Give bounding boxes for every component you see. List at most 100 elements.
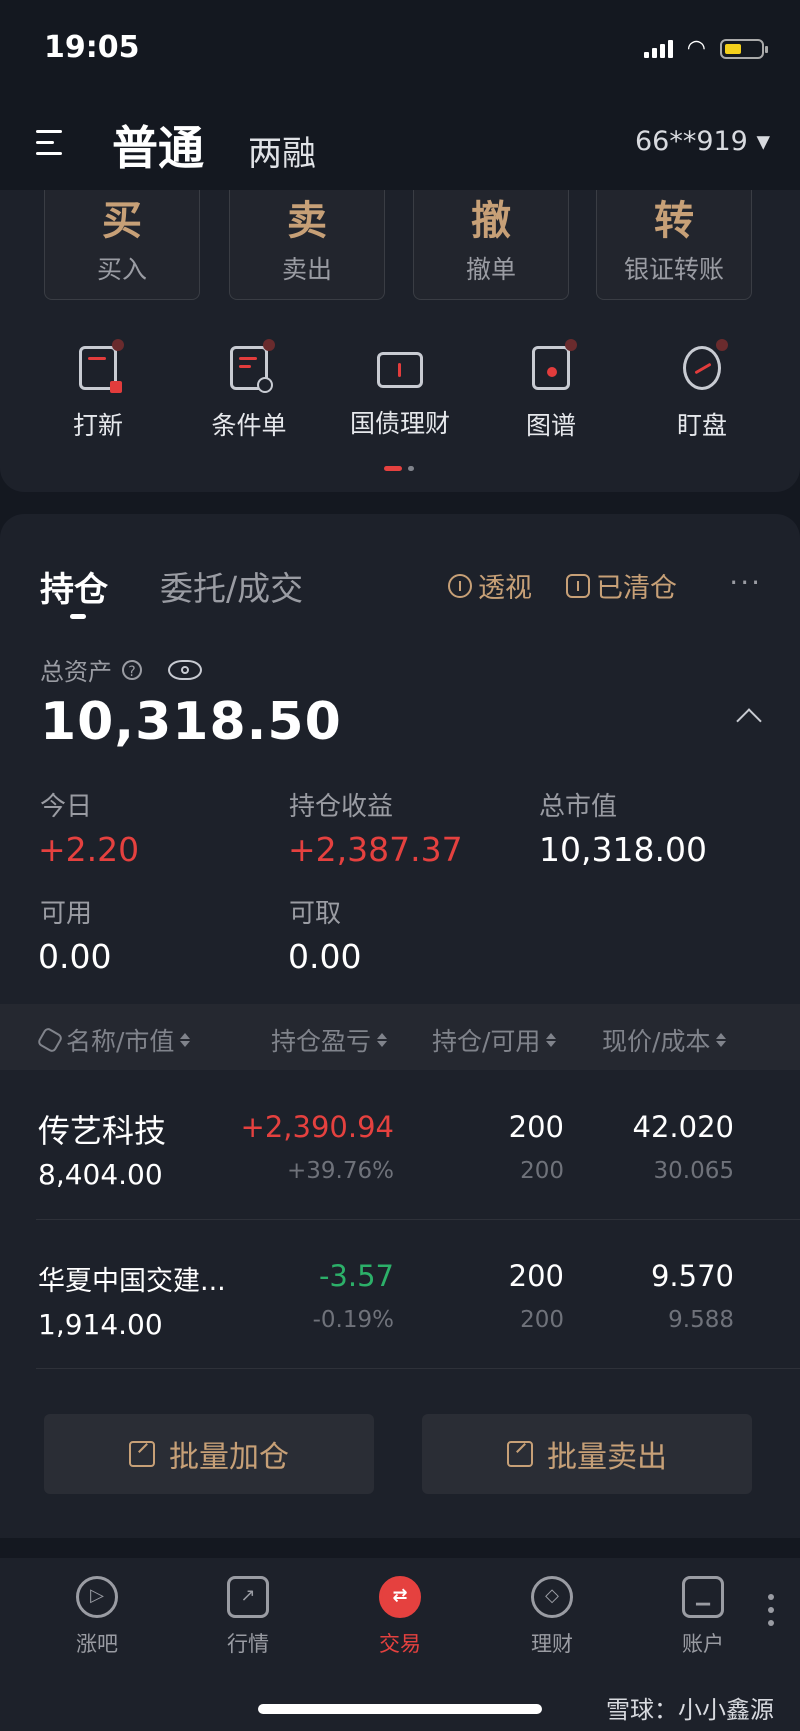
tool-ipo[interactable]: 打新 [23, 339, 173, 442]
play-circle-icon: ▷ [76, 1576, 118, 1618]
tab-holdings[interactable]: 持仓 [40, 562, 108, 611]
holding-pnl-label: 持仓收益 [289, 792, 394, 822]
bank-transfer-button[interactable]: 转 银证转账 [596, 190, 752, 300]
tool-conditional-order[interactable]: 条件单 [174, 339, 324, 442]
stock-available: 200 [520, 1158, 564, 1184]
cancel-label: 撤单 [465, 255, 516, 284]
tab-orders[interactable]: 委托/成交 [160, 562, 303, 610]
tool-conditional-order-label: 条件单 [211, 411, 287, 440]
tab-holdings-indicator [70, 614, 86, 619]
total-assets-label: 总资产 [40, 658, 112, 686]
nav-market-label: 行情 [227, 1632, 269, 1656]
column-price-label: 现价/成本 [602, 1027, 711, 1056]
row-divider [36, 1368, 800, 1369]
tab-normal-account[interactable]: 普通 [112, 112, 204, 178]
batch-add-icon [129, 1441, 155, 1467]
sort-icon [180, 1033, 191, 1047]
column-pnl[interactable]: 持仓盈亏 [271, 1022, 388, 1058]
battery-icon [720, 38, 768, 59]
stock-market-value: 8,404.00 [38, 1158, 163, 1191]
nav-account[interactable]: ▁ 账户 [633, 1576, 773, 1658]
account-selector[interactable]: 66**919 ▾ [635, 126, 770, 157]
page-indicator [384, 466, 414, 471]
transfer-label: 银证转账 [623, 255, 724, 284]
watch-market-icon [683, 339, 728, 390]
sort-icon [716, 1033, 727, 1047]
stock-name[interactable]: 传艺科技 [38, 1106, 166, 1152]
today-label: 今日 [40, 792, 93, 822]
column-price[interactable]: 现价/成本 [602, 1022, 727, 1058]
market-value-value: 10,318.00 [539, 830, 707, 869]
menu-icon[interactable] [36, 130, 62, 163]
sell-glyph: 卖 [287, 198, 327, 244]
tool-graph-label: 图谱 [525, 411, 576, 440]
settings-hexagon-icon[interactable] [36, 1026, 64, 1054]
tool-watch-market-label: 盯盘 [676, 411, 727, 440]
watermark: 雪球：小小鑫源 [606, 1696, 774, 1724]
nav-trade[interactable]: ⇄ 交易 [330, 1576, 470, 1658]
eye-icon[interactable] [168, 659, 202, 680]
column-qty[interactable]: 持仓/可用 [432, 1022, 557, 1058]
cleared-label: 已清仓 [596, 573, 677, 604]
buy-label: 买入 [96, 255, 147, 284]
nav-market[interactable]: ↗ 行情 [178, 1576, 318, 1658]
more-vertical-icon[interactable] [768, 1594, 774, 1626]
wifi-icon: ◠ [686, 36, 706, 61]
batch-add-button[interactable]: 批量加仓 [44, 1414, 374, 1494]
batch-sell-label: 批量卖出 [547, 1440, 667, 1475]
cellular-signal-icon [643, 39, 673, 58]
buy-button[interactable]: 买 买入 [44, 190, 200, 300]
perspective-icon [448, 573, 472, 598]
diamond-icon: ◇ [531, 1576, 573, 1618]
nav-wealth-label: 理财 [531, 1632, 573, 1656]
ipo-ticket-icon [79, 339, 124, 393]
sell-button[interactable]: 卖 卖出 [229, 190, 385, 300]
stock-pnl: +2,390.94 [240, 1110, 394, 1144]
tool-graph[interactable]: 图谱 [476, 339, 626, 442]
column-name-mv-label: 名称/市值 [66, 1027, 175, 1056]
stock-cost: 30.065 [653, 1158, 734, 1184]
column-qty-label: 持仓/可用 [432, 1027, 541, 1056]
withdrawable-value: 0.00 [288, 937, 362, 976]
more-options-icon[interactable]: ··· [729, 566, 762, 599]
tool-treasury-bond[interactable]: 国债理财 [325, 346, 475, 440]
total-assets-header: 总资产 ? [40, 652, 202, 687]
tool-watch-market[interactable]: 盯盘 [627, 339, 777, 442]
home-indicator[interactable] [258, 1704, 542, 1714]
transfer-glyph: 转 [654, 198, 694, 244]
nav-trade-label: 交易 [379, 1632, 421, 1656]
nav-zhangba-label: 涨吧 [76, 1632, 118, 1656]
cancel-order-button[interactable]: 撤 撤单 [413, 190, 569, 300]
perspective-label: 透视 [478, 573, 532, 604]
stock-price: 9.570 [650, 1259, 734, 1293]
tab-margin-account[interactable]: 两融 [248, 126, 316, 175]
today-value: +2.20 [38, 830, 140, 869]
nav-account-label: 账户 [682, 1632, 724, 1656]
cleared-icon [566, 573, 590, 598]
perspective-button[interactable]: 透视 [448, 566, 532, 605]
stock-qty: 200 [508, 1259, 564, 1293]
help-icon[interactable]: ? [122, 659, 142, 680]
nav-zhangba[interactable]: ▷ 涨吧 [27, 1576, 167, 1658]
column-name-mv[interactable]: 名称/市值 [36, 1022, 191, 1058]
market-value-label: 总市值 [539, 792, 618, 822]
sort-icon [377, 1033, 388, 1047]
batch-add-label: 批量加仓 [169, 1440, 289, 1475]
stock-pnl-pct: +39.76% [287, 1158, 394, 1184]
batch-sell-button[interactable]: 批量卖出 [422, 1414, 752, 1494]
stock-cost: 9.588 [668, 1307, 734, 1333]
stock-name[interactable]: 华夏中国交建... [38, 1259, 226, 1298]
tool-treasury-bond-label: 国债理财 [349, 409, 450, 438]
treasury-bond-icon [377, 352, 423, 388]
stock-qty: 200 [508, 1110, 564, 1144]
withdrawable-label: 可取 [289, 899, 342, 929]
tool-ipo-label: 打新 [72, 411, 123, 440]
nav-wealth[interactable]: ◇ 理财 [482, 1576, 622, 1658]
stock-available: 200 [520, 1307, 564, 1333]
cleared-positions-button[interactable]: 已清仓 [566, 566, 677, 605]
status-time: 19:05 [44, 30, 140, 65]
available-label: 可用 [40, 899, 93, 929]
account-card-icon: ▁ [682, 1576, 724, 1618]
available-value: 0.00 [38, 937, 112, 976]
graph-map-icon [532, 339, 577, 390]
